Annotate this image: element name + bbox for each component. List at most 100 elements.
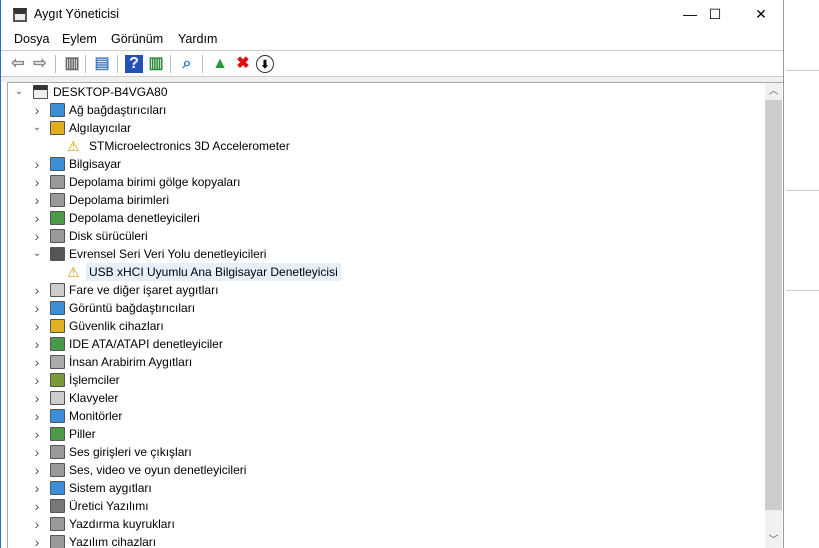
chevron-right-icon[interactable]: › <box>32 533 42 548</box>
menu-dosya[interactable]: Dosya <box>14 32 49 46</box>
chevron-right-icon[interactable]: › <box>32 191 42 209</box>
warning-icon: ⚠ <box>67 138 80 154</box>
tree-item[interactable]: › Görüntü bağdaştırıcıları <box>8 299 748 317</box>
tree-item-label: Algılayıcılar <box>69 121 132 135</box>
tree-item-label: Yazılım cihazları <box>69 535 157 548</box>
chevron-right-icon[interactable]: › <box>32 299 42 317</box>
chevron-right-icon[interactable]: › <box>32 101 42 119</box>
scan-hardware-icon[interactable]: ⌕ <box>178 55 196 73</box>
device-manager-window: Aygıt Yöneticisi — ☐ ✕ Dosya Eylem Görün… <box>0 0 784 548</box>
tree-item[interactable]: › Disk sürücüleri <box>8 227 748 245</box>
tree-item-label: Sistem aygıtları <box>69 481 152 495</box>
chevron-right-icon[interactable]: › <box>32 227 42 245</box>
back-arrow-icon[interactable]: ⇦ <box>9 55 27 73</box>
chevron-right-icon[interactable]: › <box>32 389 42 407</box>
tree-item[interactable]: › Monitörler <box>8 407 748 425</box>
tree-item-label: IDE ATA/ATAPI denetleyiciler <box>69 337 223 351</box>
show-hide-console-tree-icon[interactable]: ▥ <box>63 55 81 73</box>
help-icon[interactable]: ? <box>125 55 143 73</box>
chevron-right-icon[interactable]: › <box>32 173 42 191</box>
menu-bar: Dosya Eylem Görünüm Yardım <box>1 30 783 50</box>
tree-item-label: Bilgisayar <box>69 157 122 171</box>
tree-item-label: İşlemciler <box>69 373 120 387</box>
properties-icon[interactable]: ▤ <box>93 55 111 73</box>
tree-item[interactable]: › Piller <box>8 425 748 443</box>
device-category-icon <box>50 337 65 351</box>
tree-item[interactable]: › Yazılım cihazları <box>8 533 748 548</box>
tree-item-label: Depolama denetleyicileri <box>69 211 200 225</box>
device-category-icon <box>50 535 65 548</box>
device-category-icon <box>50 175 65 189</box>
tree-item-label: Yazdırma kuyrukları <box>69 517 175 531</box>
device-category-icon <box>50 319 65 333</box>
menu-yardim[interactable]: Yardım <box>178 32 217 46</box>
device-category-icon <box>50 193 65 207</box>
chevron-right-icon[interactable]: › <box>32 281 42 299</box>
tree-item[interactable]: › Sistem aygıtları <box>8 479 748 497</box>
chevron-right-icon[interactable]: › <box>32 497 42 515</box>
toolbar: ⇦ ⇨ ▥ ▤? ▥ ⌕ ▲ ✖ ⬇ <box>1 50 783 77</box>
forward-arrow-icon[interactable]: ⇨ <box>31 55 49 73</box>
show-action-pane-icon[interactable]: ▥ <box>147 55 165 73</box>
chevron-right-icon[interactable]: › <box>32 371 42 389</box>
tree-item[interactable]: › Üretici Yazılımı <box>8 497 748 515</box>
vertical-scrollbar[interactable]: ︿ ﹀ <box>765 83 782 548</box>
chevron-right-icon[interactable]: › <box>32 209 42 227</box>
chevron-right-icon[interactable]: › <box>32 461 42 479</box>
device-category-icon <box>50 355 65 369</box>
tree-item[interactable]: › Ağ bağdaştırıcıları <box>8 101 748 119</box>
chevron-right-icon[interactable]: › <box>32 335 42 353</box>
chevron-right-icon[interactable]: › <box>32 353 42 371</box>
tree-item[interactable]: › Fare ve diğer işaret aygıtları <box>8 281 748 299</box>
tree-item[interactable]: › İşlemciler <box>8 371 748 389</box>
device-tree: ⌄ DESKTOP-B4VGA80 › Ağ bağdaştırıcıları ⌄ A… <box>7 82 783 548</box>
device-category-icon <box>50 301 65 315</box>
tree-item-label: Disk sürücüleri <box>69 229 148 243</box>
menu-eylem[interactable]: Eylem <box>62 32 97 46</box>
disable-device-icon[interactable]: ⬇ <box>256 55 274 73</box>
chevron-right-icon[interactable]: › <box>32 407 42 425</box>
chevron-right-icon[interactable]: › <box>32 443 42 461</box>
tree-item[interactable]: › Bilgisayar <box>8 155 748 173</box>
tree-item[interactable]: › Ses girişleri ve çıkışları <box>8 443 748 461</box>
chevron-down-icon[interactable]: ⌄ <box>14 83 24 101</box>
chevron-right-icon[interactable]: › <box>32 155 42 173</box>
tree-item[interactable]: › Depolama birimi gölge kopyaları <box>8 173 748 191</box>
update-driver-icon[interactable]: ▲ <box>211 55 229 73</box>
tree-item-label: Piller <box>69 427 96 441</box>
tree-item-label: Üretici Yazılımı <box>69 499 149 513</box>
tree-item-label: STMicroelectronics 3D Accelerometer <box>89 139 290 153</box>
tree-item[interactable]: › İnsan Arabirim Aygıtları <box>8 353 748 371</box>
chevron-down-icon[interactable]: ⌄ <box>32 245 42 263</box>
device-category-icon <box>50 211 65 225</box>
chevron-right-icon[interactable]: › <box>32 479 42 497</box>
tree-item[interactable]: › Ses, video ve oyun denetleyicileri <box>8 461 748 479</box>
maximize-button[interactable]: ☐ <box>692 0 738 30</box>
chevron-down-icon[interactable]: ⌄ <box>32 119 42 137</box>
chevron-right-icon[interactable]: › <box>32 317 42 335</box>
uninstall-device-icon[interactable]: ✖ <box>234 55 252 73</box>
tree-item[interactable]: ⌄ Algılayıcılar <box>8 119 748 137</box>
tree-item[interactable]: › Klavyeler <box>8 389 748 407</box>
scroll-up-icon[interactable]: ︿ <box>765 83 782 100</box>
tree-item-label: Ses girişleri ve çıkışları <box>69 445 192 459</box>
tree-item[interactable]: › Yazdırma kuyrukları <box>8 515 748 533</box>
tree-item[interactable]: › IDE ATA/ATAPI denetleyiciler <box>8 335 748 353</box>
device-category-icon <box>50 445 65 459</box>
tree-item[interactable]: › Depolama birimleri <box>8 191 748 209</box>
close-button[interactable]: ✕ <box>738 0 784 30</box>
tree-item[interactable]: › Depolama denetleyicileri <box>8 209 748 227</box>
scrollbar-thumb[interactable] <box>765 100 782 510</box>
scroll-down-icon[interactable]: ﹀ <box>765 532 782 548</box>
chevron-right-icon[interactable]: › <box>32 515 42 533</box>
tree-item-label: Monitörler <box>69 409 123 423</box>
menu-gorunum[interactable]: Görünüm <box>111 32 163 46</box>
device-category-icon <box>50 373 65 387</box>
device-category-icon <box>50 427 65 441</box>
chevron-right-icon[interactable]: › <box>32 425 42 443</box>
device-category-icon <box>50 103 65 117</box>
tree-item[interactable]: ⌄ Evrensel Seri Veri Yolu denetleyicileri <box>8 245 748 263</box>
tree-item-label: Klavyeler <box>69 391 119 405</box>
tree-item[interactable]: › Güvenlik cihazları <box>8 317 748 335</box>
device-category-icon <box>50 409 65 423</box>
